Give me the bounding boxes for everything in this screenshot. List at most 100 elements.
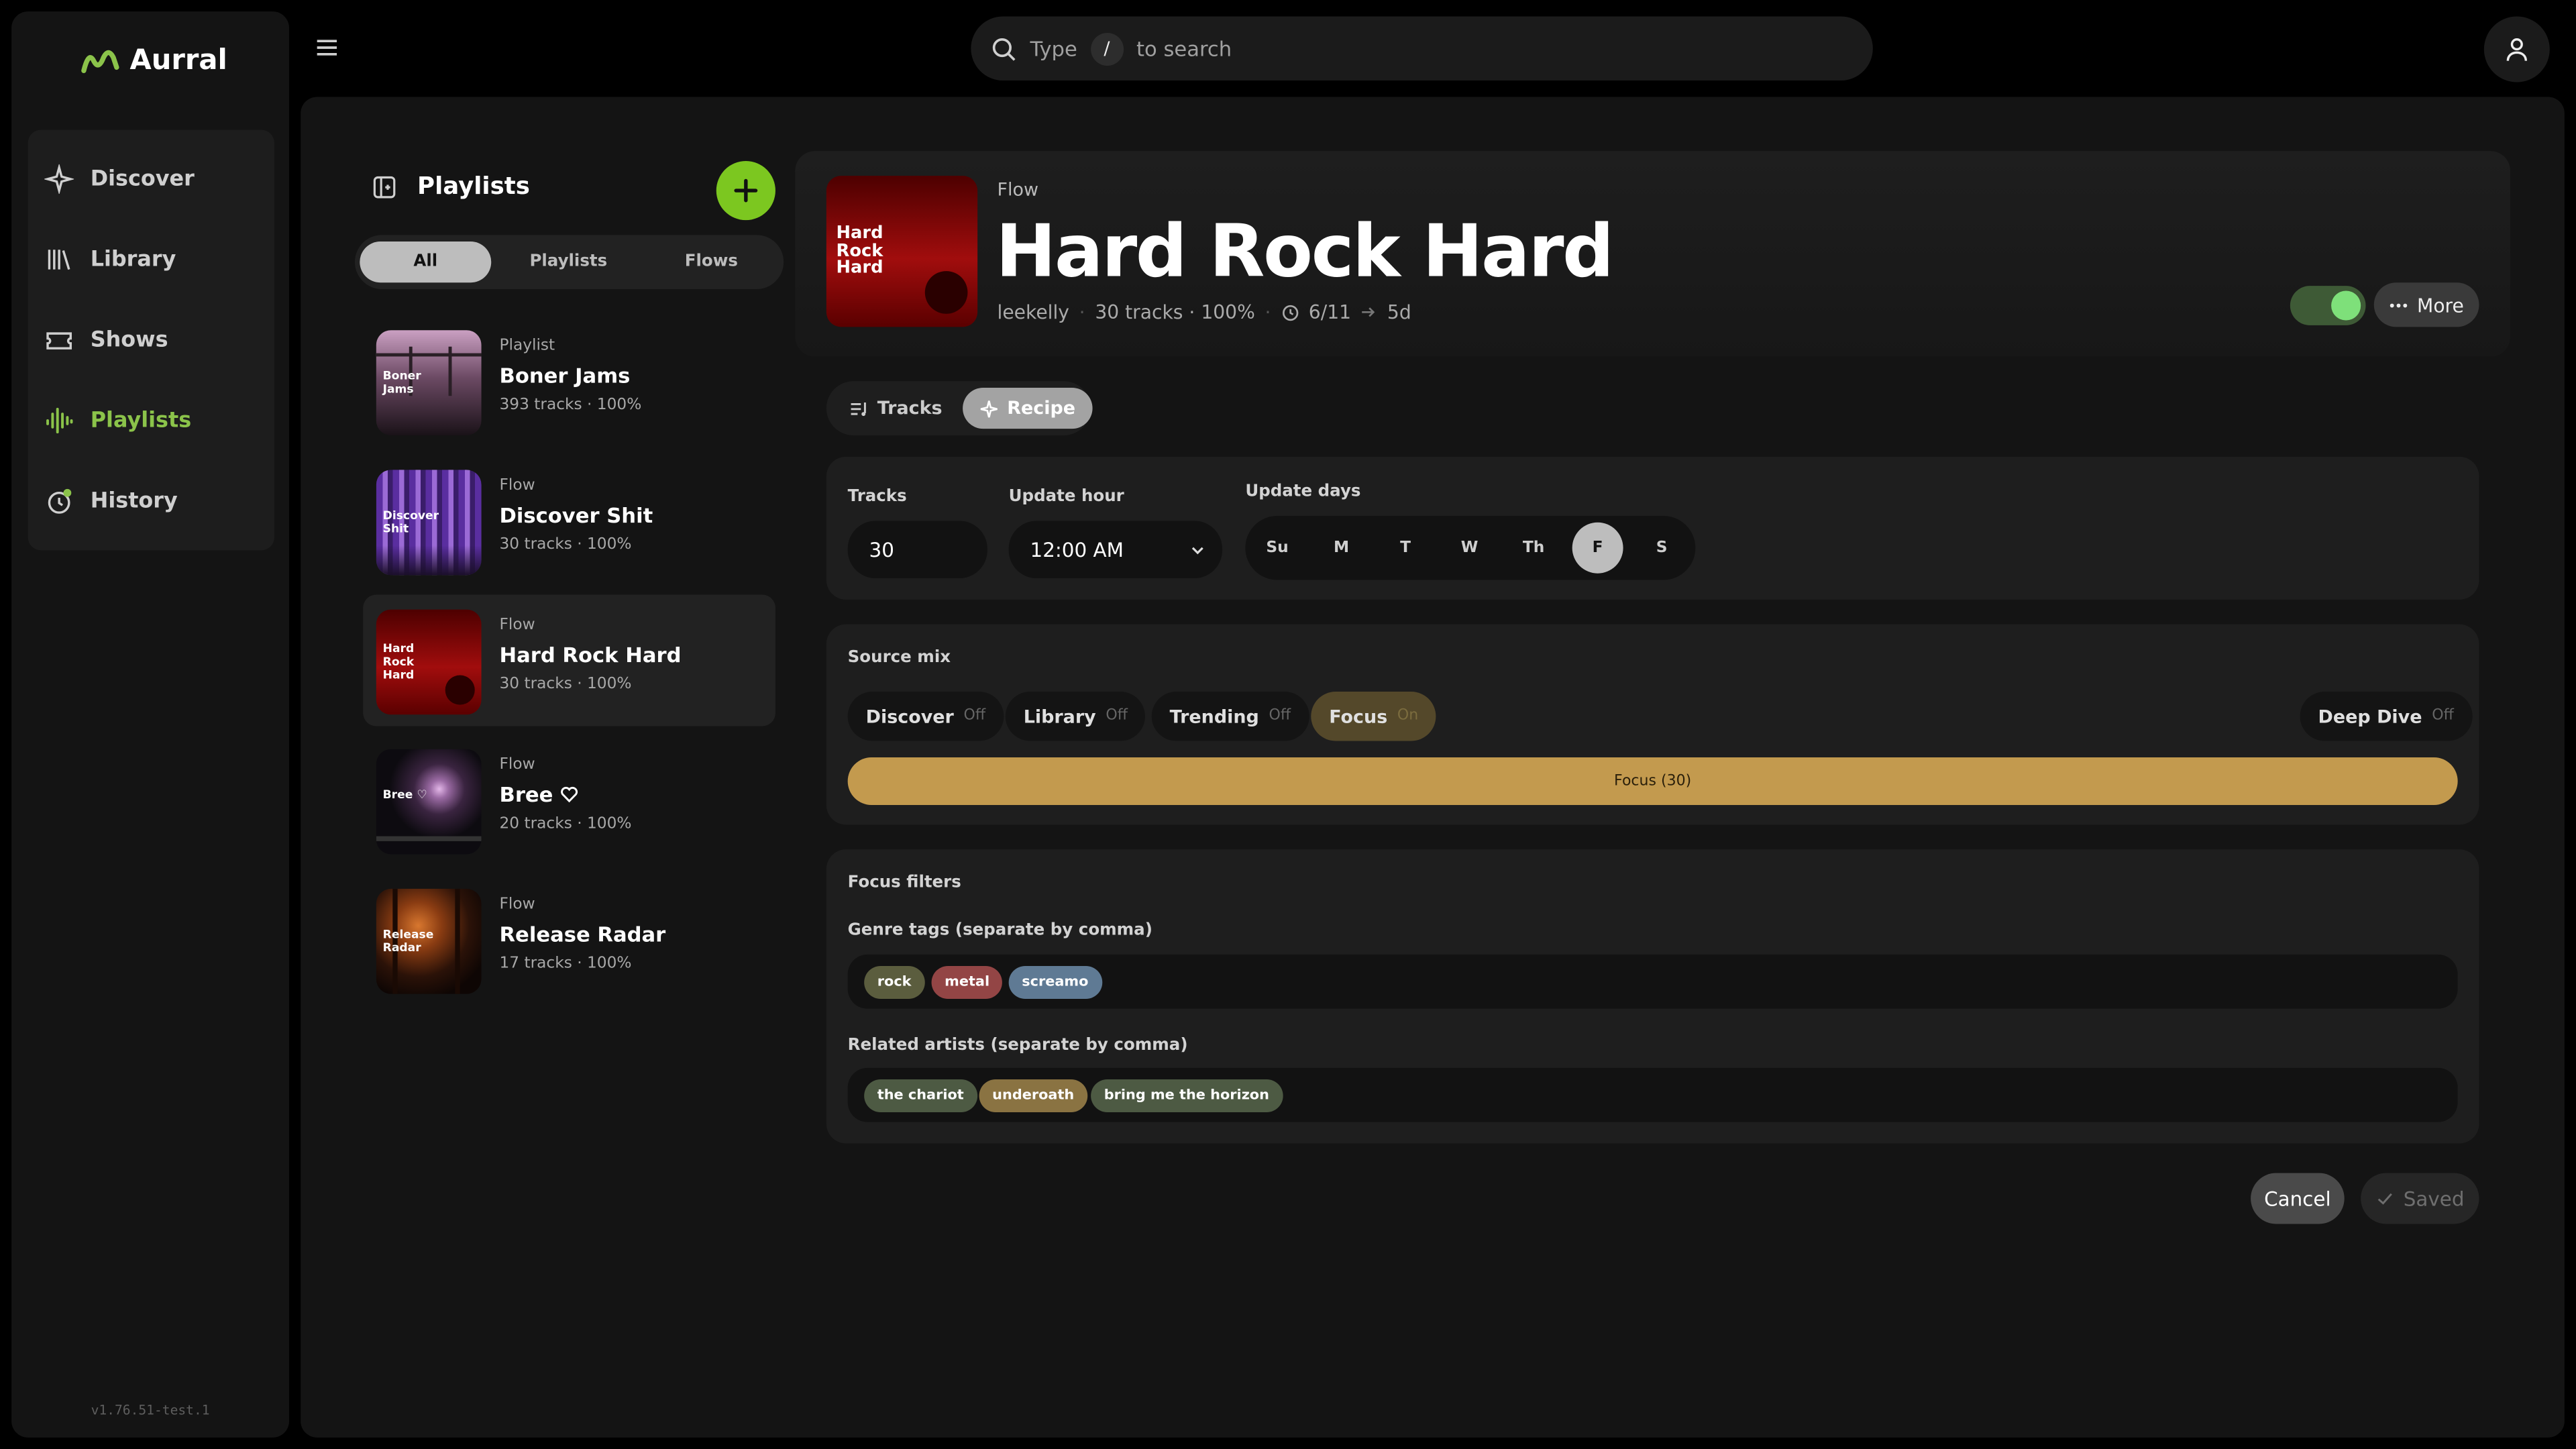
day-m[interactable]: M bbox=[1316, 523, 1367, 574]
playlist-meta: 30 tracks · 100% bbox=[499, 535, 632, 554]
more-button[interactable]: More bbox=[2373, 282, 2479, 327]
day-s[interactable]: S bbox=[1636, 523, 1687, 574]
filter-playlists[interactable]: Playlists bbox=[502, 241, 634, 282]
genre-tag[interactable]: screamo bbox=[1008, 966, 1102, 999]
playlist-item[interactable]: Bree ♡ Flow Bree 20 tracks · 100% bbox=[363, 735, 775, 866]
add-playlist-button[interactable] bbox=[716, 161, 775, 221]
artist-tag[interactable]: the chariot bbox=[864, 1079, 977, 1112]
tab-recipe[interactable]: Recipe bbox=[963, 387, 1092, 429]
playlist-cover: Hard Rock Hard bbox=[826, 176, 978, 327]
nav-item-shows[interactable]: Shows bbox=[44, 325, 168, 355]
nav-item-discover[interactable]: Discover bbox=[44, 164, 195, 194]
playlist-type: Flow bbox=[499, 476, 535, 495]
thumbnail-text: Release Radar bbox=[382, 928, 434, 955]
chevron-down-icon bbox=[1191, 546, 1203, 554]
chip-name: Discover bbox=[865, 705, 954, 727]
playlist-meta: 30 tracks · 100% bbox=[499, 675, 632, 694]
chip-name: Focus bbox=[1329, 705, 1388, 727]
playlist-name: Bree bbox=[499, 782, 578, 807]
playlist-name-text: Bree bbox=[499, 782, 553, 807]
tab-label: Recipe bbox=[1007, 397, 1076, 419]
chip-state: Off bbox=[1269, 708, 1291, 725]
sparkle-icon bbox=[980, 399, 998, 417]
nav-item-playlists[interactable]: Playlists bbox=[44, 406, 191, 435]
artist-tag[interactable]: underoath bbox=[979, 1079, 1087, 1112]
day-su[interactable]: Su bbox=[1252, 523, 1303, 574]
update-hour-label: Update hour bbox=[1008, 488, 1124, 506]
tracks-input[interactable]: 30 bbox=[847, 521, 987, 579]
playlists-title: Playlists bbox=[417, 174, 530, 201]
more-label: More bbox=[2417, 293, 2464, 317]
plus-icon bbox=[734, 178, 758, 203]
source-chip-deep-dive[interactable]: Deep Dive Off bbox=[2300, 692, 2472, 741]
nav-item-history[interactable]: History bbox=[44, 486, 178, 516]
heart-icon bbox=[560, 786, 578, 803]
day-w[interactable]: W bbox=[1444, 523, 1495, 574]
related-artists-input[interactable]: the chariot underoath bring me the horiz… bbox=[847, 1067, 2458, 1122]
search-input[interactable]: Type / to search bbox=[971, 16, 1873, 81]
update-hour-select[interactable]: 12:00 AM bbox=[1008, 521, 1223, 579]
user-account-button[interactable] bbox=[2483, 16, 2550, 83]
playlist-name-text: Boner Jams bbox=[499, 363, 631, 388]
tab-label: Tracks bbox=[877, 397, 943, 419]
genre-tag[interactable]: metal bbox=[931, 966, 1003, 999]
playlist-name: Boner Jams bbox=[499, 363, 630, 388]
source-mix-bar-label: Focus (30) bbox=[1614, 773, 1692, 790]
search-icon bbox=[992, 37, 1016, 60]
playlist-thumbnail: Hard Rock Hard bbox=[376, 609, 482, 715]
chip-state: On bbox=[1397, 708, 1419, 725]
update-days-label: Update days bbox=[1245, 483, 1361, 501]
related-artists-label: Related artists (separate by comma) bbox=[847, 1036, 1188, 1055]
detail-tracks: 30 tracks · 100% bbox=[1095, 301, 1255, 324]
thumbnail-text: Bree ♡ bbox=[382, 788, 427, 802]
cancel-button[interactable]: Cancel bbox=[2251, 1173, 2345, 1224]
search-shortcut-key: / bbox=[1090, 32, 1124, 65]
schedule-in: 5d bbox=[1387, 301, 1411, 324]
playlist-item[interactable]: Boner Jams Playlist Boner Jams 393 track… bbox=[363, 315, 775, 447]
sidebar: Aurral Discover Library Shows Playlists … bbox=[11, 11, 290, 1438]
playlist-name: Release Radar bbox=[499, 922, 665, 947]
genre-tags-input[interactable]: rock metal screamo bbox=[847, 954, 2458, 1009]
playlist-item[interactable]: Hard Rock Hard Flow Hard Rock Hard 30 tr… bbox=[363, 594, 775, 727]
chip-state: Off bbox=[1106, 708, 1128, 725]
saved-button[interactable]: Saved bbox=[2361, 1173, 2479, 1224]
app-logo[interactable]: Aurral bbox=[80, 44, 227, 77]
collapse-panel-icon[interactable] bbox=[371, 174, 397, 201]
playlist-type: Playlist bbox=[499, 337, 555, 355]
playlist-name-text: Discover Shit bbox=[499, 502, 653, 528]
playlist-name-text: Release Radar bbox=[499, 921, 666, 947]
chip-name: Trending bbox=[1169, 705, 1259, 727]
flow-enabled-toggle[interactable] bbox=[2290, 286, 2366, 325]
artist-tag[interactable]: bring me the horizon bbox=[1091, 1079, 1283, 1112]
hamburger-menu-button[interactable] bbox=[312, 33, 341, 62]
day-f[interactable]: F bbox=[1572, 522, 1623, 574]
aurral-logo-icon bbox=[81, 50, 119, 73]
nav-label: Library bbox=[90, 247, 176, 272]
filter-flows[interactable]: Flows bbox=[645, 241, 777, 282]
playlist-thumbnail: Bree ♡ bbox=[376, 749, 482, 855]
filter-all[interactable]: All bbox=[360, 241, 492, 283]
source-chip-library[interactable]: Library Off bbox=[1005, 692, 1146, 741]
schedule-from: 6/11 bbox=[1308, 301, 1352, 324]
genre-tags-label: Genre tags (separate by comma) bbox=[847, 921, 1152, 940]
playlist-meta: 393 tracks · 100% bbox=[499, 396, 642, 415]
source-chip-focus[interactable]: Focus On bbox=[1311, 692, 1437, 741]
tracks-label: Tracks bbox=[847, 488, 907, 506]
day-th[interactable]: Th bbox=[1508, 523, 1559, 574]
source-chip-trending[interactable]: Trending Off bbox=[1151, 692, 1309, 741]
source-chip-discover[interactable]: Discover Off bbox=[847, 692, 1004, 741]
page-title: Hard Rock Hard bbox=[996, 210, 1614, 294]
source-mix-bar: Focus (30) bbox=[847, 757, 2458, 806]
playlist-meta: 17 tracks · 100% bbox=[499, 954, 632, 973]
sparkle-icon bbox=[44, 164, 74, 194]
nav-label: Shows bbox=[90, 327, 168, 353]
nav-item-library[interactable]: Library bbox=[44, 245, 176, 274]
library-icon bbox=[48, 250, 70, 270]
tab-tracks[interactable]: Tracks bbox=[833, 388, 959, 429]
playlist-filter: All Playlists Flows bbox=[354, 235, 784, 290]
separator: · bbox=[1265, 301, 1271, 324]
playlist-item[interactable]: Discover Shit Flow Discover Shit 30 trac… bbox=[363, 455, 775, 586]
genre-tag[interactable]: rock bbox=[864, 966, 925, 999]
day-t[interactable]: T bbox=[1380, 523, 1431, 574]
playlist-item[interactable]: Release Radar Flow Release Radar 17 trac… bbox=[363, 874, 775, 1006]
